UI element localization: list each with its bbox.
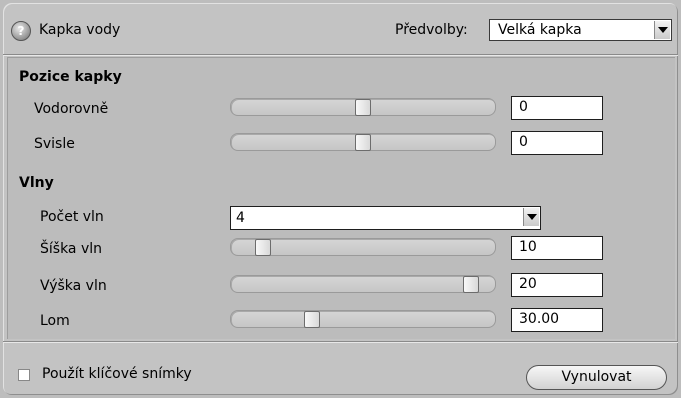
- wave-height-label: Výška vln: [40, 278, 107, 294]
- vertical-value-field[interactable]: 0: [511, 131, 603, 155]
- refraction-value-field[interactable]: 30.00: [511, 308, 603, 332]
- wave-width-slider-thumb[interactable]: [255, 239, 271, 256]
- panel-title: Kapka vody: [39, 22, 121, 38]
- section-title-waves: Vlny: [19, 175, 54, 191]
- horizontal-label: Vodorovně: [34, 101, 109, 117]
- wave-width-label: Šíška vln: [40, 241, 103, 257]
- header-divider: [3, 54, 678, 56]
- horizontal-slider[interactable]: [230, 98, 496, 116]
- presets-dropdown[interactable]: Velká kapka: [489, 19, 672, 41]
- presets-selected-value: Velká kapka: [498, 22, 582, 38]
- wave-width-value-field[interactable]: 10: [511, 236, 603, 260]
- reset-button[interactable]: Vynulovat: [526, 365, 667, 390]
- section-title-position: Pozice kapky: [19, 69, 122, 85]
- wave-height-slider[interactable]: [230, 275, 496, 293]
- horizontal-slider-thumb[interactable]: [355, 99, 371, 116]
- refraction-slider-thumb[interactable]: [304, 311, 320, 328]
- water-drop-panel: ? Kapka vody Předvolby: Velká kapka Pozi…: [3, 3, 678, 395]
- horizontal-value-field[interactable]: 0: [511, 96, 603, 120]
- help-icon[interactable]: ?: [11, 21, 31, 41]
- keyframes-label: Použít klíčové snímky: [42, 366, 192, 382]
- footer-divider: [3, 341, 678, 343]
- panel-header: ? Kapka vody Předvolby: Velká kapka: [3, 3, 678, 55]
- wave-count-dropdown[interactable]: 4: [230, 206, 541, 230]
- refraction-slider[interactable]: [230, 310, 496, 328]
- refraction-label: Lom: [40, 313, 70, 329]
- wave-count-value: 4: [236, 210, 245, 226]
- chevron-down-icon[interactable]: [654, 21, 670, 39]
- wave-height-value-field[interactable]: 20: [511, 273, 603, 297]
- chevron-down-icon[interactable]: [523, 208, 539, 226]
- wave-width-slider[interactable]: [230, 238, 496, 256]
- vertical-label: Svisle: [34, 136, 75, 152]
- presets-label: Předvolby:: [395, 22, 468, 38]
- wave-count-label: Počet vln: [40, 209, 104, 225]
- vertical-slider-thumb[interactable]: [355, 134, 371, 151]
- vertical-slider[interactable]: [230, 133, 496, 151]
- keyframes-checkbox[interactable]: [18, 369, 30, 381]
- wave-height-slider-thumb[interactable]: [463, 276, 479, 293]
